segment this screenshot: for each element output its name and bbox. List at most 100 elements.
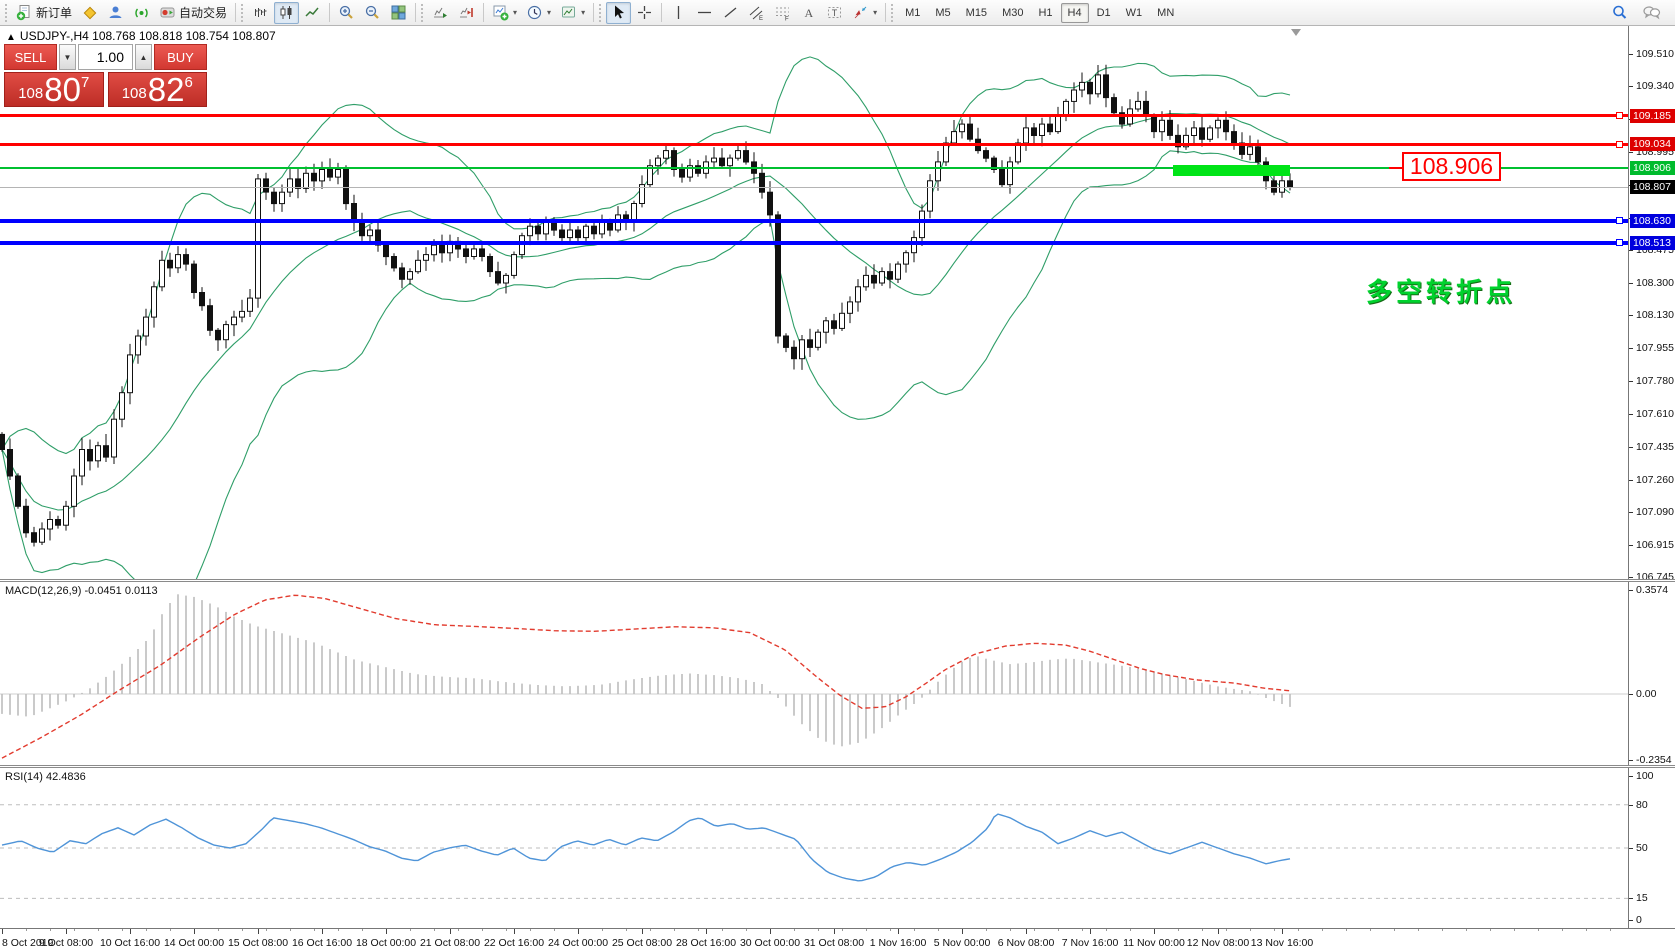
time-label: 16 Oct 16:00 <box>292 937 352 949</box>
line-handle[interactable] <box>1616 141 1623 148</box>
line-handle[interactable] <box>1616 239 1623 246</box>
chat-button[interactable] <box>1638 2 1665 24</box>
channel-button[interactable]: E <box>744 2 769 24</box>
profile-button[interactable] <box>103 2 128 24</box>
vertical-line-button[interactable] <box>666 2 691 24</box>
price-tick-label: 107.090 <box>1636 506 1674 518</box>
fibonacci-button[interactable]: F <box>770 2 795 24</box>
axis-tick <box>1629 776 1633 777</box>
cursor-button[interactable] <box>606 2 631 24</box>
axis-tick <box>1629 848 1633 849</box>
timeframe-m1-button[interactable]: M1 <box>898 3 927 23</box>
zoom-in-button[interactable] <box>334 2 359 24</box>
time-tick <box>770 929 771 934</box>
volume-decrease-button[interactable]: ▼ <box>59 44 76 70</box>
tile-windows-button[interactable] <box>386 2 411 24</box>
pane-splitter[interactable] <box>0 765 1675 768</box>
toolbar-separator <box>661 3 662 22</box>
pane-splitter[interactable] <box>0 579 1675 582</box>
candle <box>1232 132 1237 143</box>
time-label: 18 Oct 00:00 <box>356 937 416 949</box>
candle <box>232 317 237 325</box>
timeframe-m30-button[interactable]: M30 <box>995 3 1030 23</box>
candle <box>1152 117 1157 132</box>
macd-chart[interactable] <box>0 582 1628 765</box>
price-level-box[interactable]: 108.906 <box>1402 152 1501 181</box>
candle <box>720 158 725 166</box>
price-axis[interactable]: 109.510109.340109.165108.995108.820108.6… <box>1628 26 1675 928</box>
time-tick <box>962 929 963 934</box>
crosshair-button[interactable] <box>632 2 657 24</box>
axis-tick <box>1629 348 1633 349</box>
chart-shift-marker-icon[interactable] <box>1291 29 1301 36</box>
line-handle[interactable] <box>1616 112 1623 119</box>
candle <box>1000 170 1005 185</box>
horizontal-level-line[interactable] <box>0 143 1628 146</box>
sell-button[interactable]: SELL <box>4 44 57 70</box>
horizontal-level-line[interactable] <box>0 114 1628 117</box>
indicators-button[interactable]: ▾ <box>488 2 521 24</box>
price-chart-pane[interactable]: 108.906 多空转折点 ▲USDJPY-,H4 108.768 108.81… <box>0 26 1628 579</box>
arrows-button[interactable]: ▾ <box>848 2 881 24</box>
volume-increase-button[interactable]: ▲ <box>135 44 152 70</box>
line-handle[interactable] <box>1616 217 1623 224</box>
templates-button[interactable]: ▾ <box>556 2 589 24</box>
buy-button[interactable]: BUY <box>154 44 207 70</box>
profile-icon <box>107 4 124 21</box>
horizontal-line-icon <box>696 4 713 21</box>
timeframe-m5-button[interactable]: M5 <box>928 3 957 23</box>
timeframe-h4-button[interactable]: H4 <box>1061 3 1089 23</box>
zoom-out-button[interactable] <box>360 2 385 24</box>
candle <box>1032 128 1037 136</box>
auto-trading-button[interactable]: 自动交易 <box>155 2 231 24</box>
line-chart-button[interactable] <box>300 2 325 24</box>
timeframe-h1-button[interactable]: H1 <box>1031 3 1059 23</box>
turning-point-annotation[interactable]: 多空转折点 <box>1366 272 1516 309</box>
sell-price-box[interactable]: 108807 <box>4 72 104 107</box>
text-label-button[interactable]: T <box>822 2 847 24</box>
candle <box>96 446 101 461</box>
search-button[interactable] <box>1607 2 1632 24</box>
horizontal-line-button[interactable] <box>692 2 717 24</box>
macd-indicator-pane[interactable]: MACD(12,26,9) -0.0451 0.0113 <box>0 582 1628 765</box>
toolbar-drag-handle[interactable] <box>599 4 602 22</box>
highlight-rectangle[interactable] <box>1173 165 1290 176</box>
periods-button[interactable]: ▾ <box>522 2 555 24</box>
toolbar-drag-handle[interactable] <box>891 4 894 22</box>
candle <box>64 506 69 525</box>
rsi-indicator-pane[interactable]: RSI(14) 42.4836 <box>0 768 1628 928</box>
timeframe-w1-button[interactable]: W1 <box>1119 3 1150 23</box>
horizontal-level-line[interactable] <box>0 167 1628 169</box>
timeframe-m15-button[interactable]: M15 <box>959 3 994 23</box>
new-order-button[interactable]: 新订单 <box>12 2 76 24</box>
chart-shift-button[interactable] <box>454 2 479 24</box>
text-button[interactable]: A <box>796 2 821 24</box>
time-minor-tick <box>1466 929 1467 931</box>
candlestick-chart-button[interactable] <box>274 2 299 24</box>
bar-chart-button[interactable] <box>248 2 273 24</box>
auto-scroll-button[interactable] <box>428 2 453 24</box>
candle <box>8 450 13 477</box>
price-tick-label: 107.610 <box>1636 408 1674 420</box>
candle <box>936 162 941 181</box>
toolbar-drag-handle[interactable] <box>241 4 244 22</box>
time-tick <box>706 929 707 934</box>
metaeditor-button[interactable] <box>77 2 102 24</box>
volume-input[interactable]: 1.00 <box>78 44 133 70</box>
candle <box>744 151 749 162</box>
toolbar-drag-handle[interactable] <box>421 4 424 22</box>
collapse-arrow-icon[interactable]: ▲ <box>6 32 16 43</box>
signals-button[interactable] <box>129 2 154 24</box>
horizontal-level-line[interactable] <box>0 187 1628 188</box>
horizontal-level-line[interactable] <box>0 219 1628 223</box>
buy-price-box[interactable]: 108826 <box>108 72 208 107</box>
rsi-chart[interactable] <box>0 768 1628 928</box>
time-axis[interactable]: 8 Oct 20199 Oct 08:0010 Oct 16:0014 Oct … <box>0 928 1675 949</box>
time-minor-tick <box>482 929 483 931</box>
toolbar-drag-handle[interactable] <box>5 4 8 22</box>
price-level-chip: 109.034 <box>1630 137 1675 151</box>
trendline-button[interactable] <box>718 2 743 24</box>
horizontal-level-line[interactable] <box>0 241 1628 245</box>
timeframe-mn-button[interactable]: MN <box>1150 3 1181 23</box>
timeframe-d1-button[interactable]: D1 <box>1090 3 1118 23</box>
